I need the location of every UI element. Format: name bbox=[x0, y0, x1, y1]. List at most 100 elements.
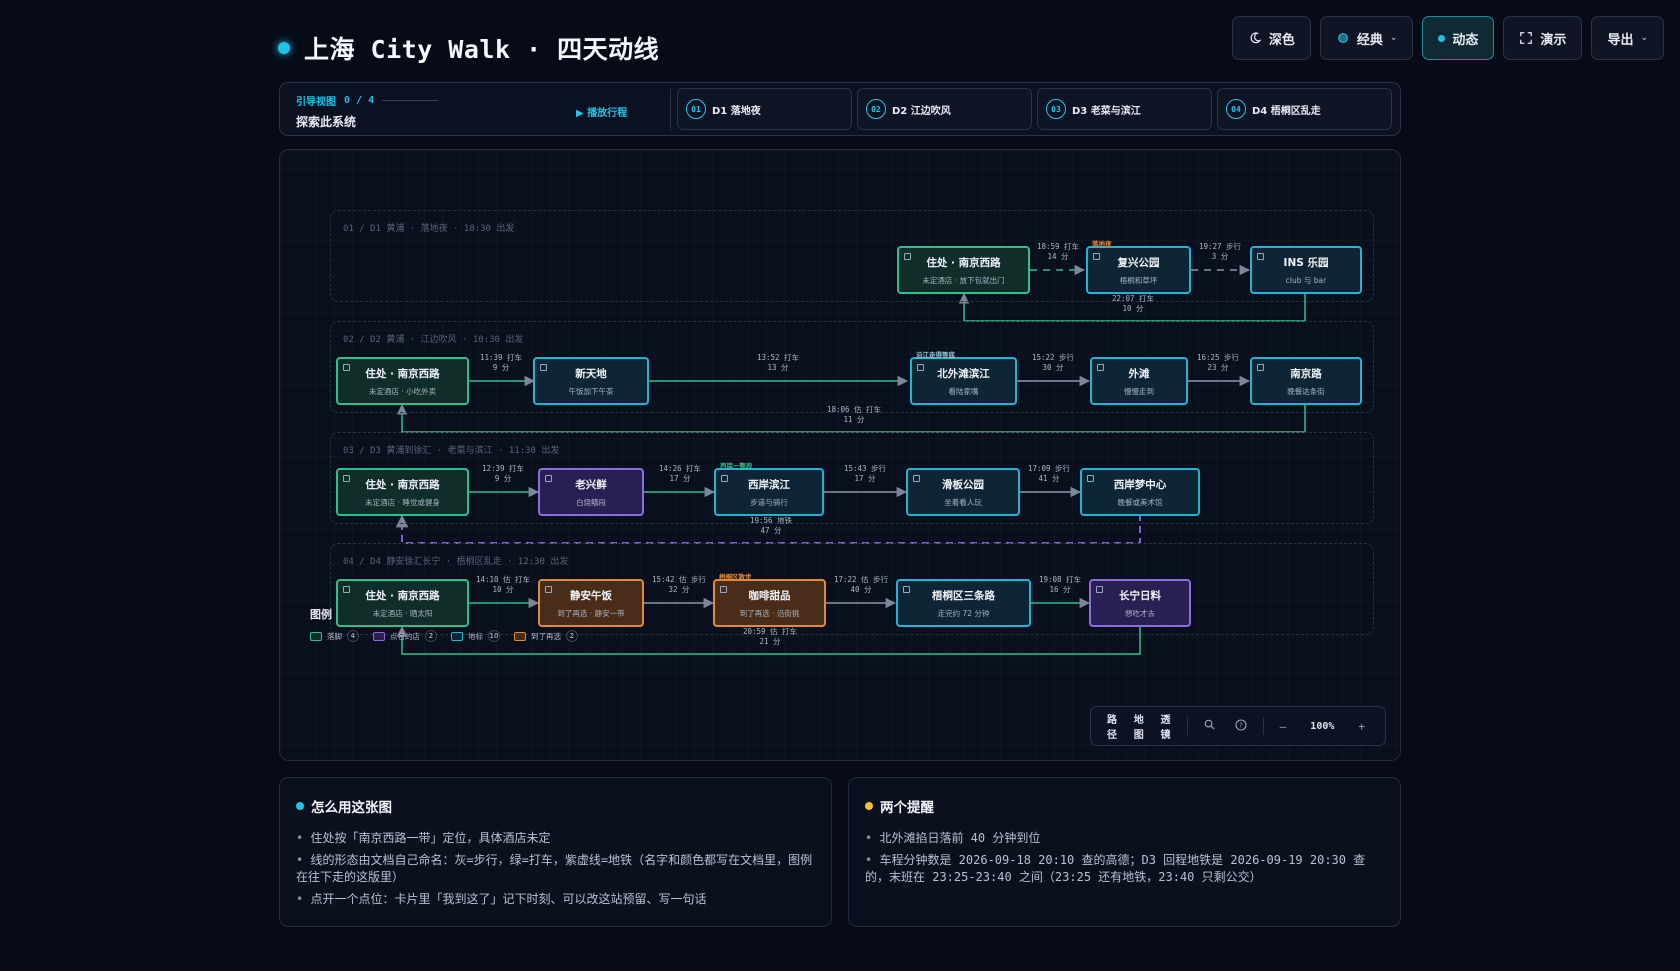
tab-d2[interactable]: 02 D2 江边吹风 bbox=[857, 88, 1032, 130]
checkbox-icon[interactable] bbox=[720, 586, 727, 593]
checkbox-icon[interactable] bbox=[1093, 253, 1100, 260]
tab-number: 03 bbox=[1046, 99, 1066, 119]
legend-swatch bbox=[310, 631, 322, 641]
checkbox-icon[interactable] bbox=[343, 475, 350, 482]
node-d3-laoxing[interactable]: 老兴鲜 白烧鳝段 bbox=[538, 468, 644, 516]
edge-label: 14:26 打车 17 分 bbox=[659, 464, 701, 484]
legend-label: 地标 bbox=[468, 631, 483, 641]
tab-d1[interactable]: 01 D1 落地夜 bbox=[677, 88, 852, 130]
style-classic-dropdown[interactable]: 经典 ⌄ bbox=[1319, 16, 1414, 60]
edge-duration: 40 分 bbox=[850, 585, 872, 594]
list-item: 线的形态由文档自己命名：灰=步行，绿=打车，紫虚线=地铁（名字和颜色都写在文档里… bbox=[296, 852, 815, 886]
checkbox-icon[interactable] bbox=[903, 586, 910, 593]
checkbox-icon[interactable] bbox=[721, 475, 728, 482]
node-d3-skate-park[interactable]: 滑板公园 坐着看人玩 bbox=[906, 468, 1020, 516]
chevron-down-icon: ⌄ bbox=[1640, 33, 1648, 43]
zoom-out-button[interactable]: — bbox=[1270, 720, 1297, 733]
edge-label: 11:39 打车 9 分 bbox=[480, 353, 522, 373]
legend-item-landmark[interactable]: 地标 10 bbox=[451, 630, 500, 642]
node-d2-north-bund[interactable]: 沿江走得等底 北外滩滨江 看陆家嘴 bbox=[910, 351, 1017, 405]
node-subtitle: 梧桐和草坪 bbox=[1119, 275, 1158, 285]
checkbox-icon[interactable] bbox=[545, 475, 552, 482]
mode-path-button[interactable]: 路径 bbox=[1101, 711, 1128, 741]
tab-label: D1 落地夜 bbox=[712, 105, 761, 117]
node-title: 静安午饭 bbox=[570, 589, 612, 602]
list-item: 点开一个点位：卡片里「我到这了」记下时刻、可以改这站预留、写一句话 bbox=[296, 891, 815, 908]
tab-label: D2 江边吹风 bbox=[892, 105, 951, 117]
animate-label: 动态 bbox=[1452, 32, 1479, 48]
play-trip-button[interactable]: ▶ 播放行程 bbox=[576, 104, 627, 119]
checkbox-icon[interactable] bbox=[1257, 253, 1264, 260]
node-title: 北外滩滨江 bbox=[937, 367, 990, 380]
guide-bar: 引导视图 0 / 4 探索此系统 ▶ 播放行程 01 D1 落地夜 02 D2 … bbox=[279, 82, 1401, 136]
edge-label: 14:10 估 打车 10 分 bbox=[476, 575, 530, 595]
node-d1-home[interactable]: 住处 · 南京西路 未定酒店 · 放下包就出门 bbox=[897, 246, 1030, 294]
node-d2-xintiandi[interactable]: 新天地 午饭加下午茶 bbox=[533, 357, 649, 405]
mode-lens-button[interactable]: 透镜 bbox=[1154, 711, 1181, 741]
checkbox-icon[interactable] bbox=[343, 586, 350, 593]
edge-label: 15:22 步行 30 分 bbox=[1032, 353, 1074, 373]
tab-number: 04 bbox=[1226, 99, 1246, 119]
howto-title: 怎么用这张图 bbox=[311, 800, 392, 816]
tab-d4[interactable]: 04 D4 梧桐区乱走 bbox=[1217, 88, 1392, 130]
node-title: 梧桐区三条路 bbox=[932, 589, 995, 602]
node-title: 复兴公园 bbox=[1117, 256, 1160, 269]
edge-label: 19:56 地铁 47 分 bbox=[750, 516, 792, 536]
checkbox-icon[interactable] bbox=[1097, 364, 1104, 371]
checkbox-icon[interactable] bbox=[1257, 364, 1264, 371]
help-icon[interactable]: ? bbox=[1225, 718, 1257, 734]
node-d4-wutong-roads[interactable]: 梧桐区三条路 走完约 72 分钟 bbox=[896, 579, 1031, 627]
reminders-title: 两个提醒 bbox=[880, 800, 934, 816]
legend-item-home[interactable]: 落脚 4 bbox=[310, 630, 359, 642]
bullet-dot-icon bbox=[865, 802, 873, 810]
route-canvas[interactable]: 01 / D1 黄浦 · 落地夜 · 18:30 出发 02 / D2 黄浦 ·… bbox=[279, 149, 1401, 761]
edge-label: 12:39 打车 9 分 bbox=[482, 464, 524, 484]
edge-duration: 32 分 bbox=[668, 585, 690, 594]
node-title: 住处 · 南京西路 bbox=[365, 589, 440, 602]
node-d2-nanjing-road[interactable]: 南京路 晚餐这条街 bbox=[1250, 357, 1362, 405]
export-dropdown[interactable]: 导出 ⌄ bbox=[1591, 16, 1664, 60]
guide-intro: 引导视图 0 / 4 探索此系统 bbox=[296, 93, 439, 130]
legend-item-decide-later[interactable]: 到了再选 2 bbox=[514, 630, 578, 642]
checkbox-icon[interactable] bbox=[1096, 586, 1103, 593]
checkbox-icon[interactable] bbox=[904, 253, 911, 260]
node-d1-ins[interactable]: INS 乐园 club 与 bar bbox=[1250, 246, 1362, 294]
edge-label: 13:52 打车 13 分 bbox=[757, 353, 799, 373]
present-button[interactable]: 演示 bbox=[1503, 16, 1583, 60]
checkbox-icon[interactable] bbox=[1087, 475, 1094, 482]
tab-d3[interactable]: 03 D3 老菜与滨江 bbox=[1037, 88, 1212, 130]
node-d4-coffee[interactable]: 梧桐区散步 咖啡甜品 到了再选 · 沿街挑 bbox=[713, 573, 826, 627]
node-subtitle: club 与 bar bbox=[1285, 275, 1327, 285]
node-d1-fuxing-park[interactable]: 落地夜 复兴公园 梧桐和草坪 bbox=[1086, 240, 1191, 294]
node-d3-dream-center[interactable]: 西岸梦中心 晚餐或美术馆 bbox=[1080, 468, 1200, 516]
edge-time: 14:10 估 打车 bbox=[475, 575, 531, 584]
legend-label: 落脚 bbox=[327, 631, 342, 641]
checkbox-icon[interactable] bbox=[917, 364, 924, 371]
edge-label: 19:08 打车 16 分 bbox=[1039, 575, 1081, 595]
node-d3-west-bund[interactable]: 西岸一整段 西岸滨江 步道与骑行 bbox=[714, 462, 824, 516]
list-item: 住处按「南京西路一带」定位，具体酒店未定 bbox=[296, 830, 815, 847]
node-d2-bund[interactable]: 外滩 慢慢走到 bbox=[1090, 357, 1188, 405]
edge-time: 18:06 估 打车 bbox=[826, 405, 882, 414]
edge-time: 19:27 步行 bbox=[1198, 242, 1242, 251]
node-d4-changning-japanese[interactable]: 长宁日料 想吃才去 bbox=[1089, 579, 1191, 627]
zoom-in-button[interactable]: + bbox=[1348, 720, 1375, 733]
node-d2-home[interactable]: 住处 · 南京西路 未定酒店 · 小吃外卖 bbox=[336, 357, 469, 405]
node-d3-home[interactable]: 住处 · 南京西路 未定酒店 · 睡觉或健身 bbox=[336, 468, 469, 516]
edge-duration: 3 分 bbox=[1211, 252, 1229, 261]
checkbox-icon[interactable] bbox=[343, 364, 350, 371]
reminders-card-header: 两个提醒 bbox=[865, 796, 1384, 816]
guide-divider bbox=[670, 89, 671, 131]
theme-dark-label: 深色 bbox=[1268, 32, 1295, 48]
animate-toggle-button[interactable]: 动态 bbox=[1422, 16, 1495, 60]
edge-time: 15:43 步行 bbox=[843, 464, 887, 473]
theme-dark-button[interactable]: 深色 bbox=[1231, 16, 1311, 60]
checkbox-icon[interactable] bbox=[545, 586, 552, 593]
checkbox-icon[interactable] bbox=[913, 475, 920, 482]
edge-label: 20:59 估 打车 21 分 bbox=[743, 627, 797, 647]
search-icon[interactable] bbox=[1194, 719, 1225, 733]
checkbox-icon[interactable] bbox=[540, 364, 547, 371]
mode-map-button[interactable]: 地图 bbox=[1128, 711, 1155, 741]
node-subtitle: 晚餐或美术馆 bbox=[1117, 497, 1163, 507]
legend-item-named-shop[interactable]: 点名的店 2 bbox=[373, 630, 437, 642]
